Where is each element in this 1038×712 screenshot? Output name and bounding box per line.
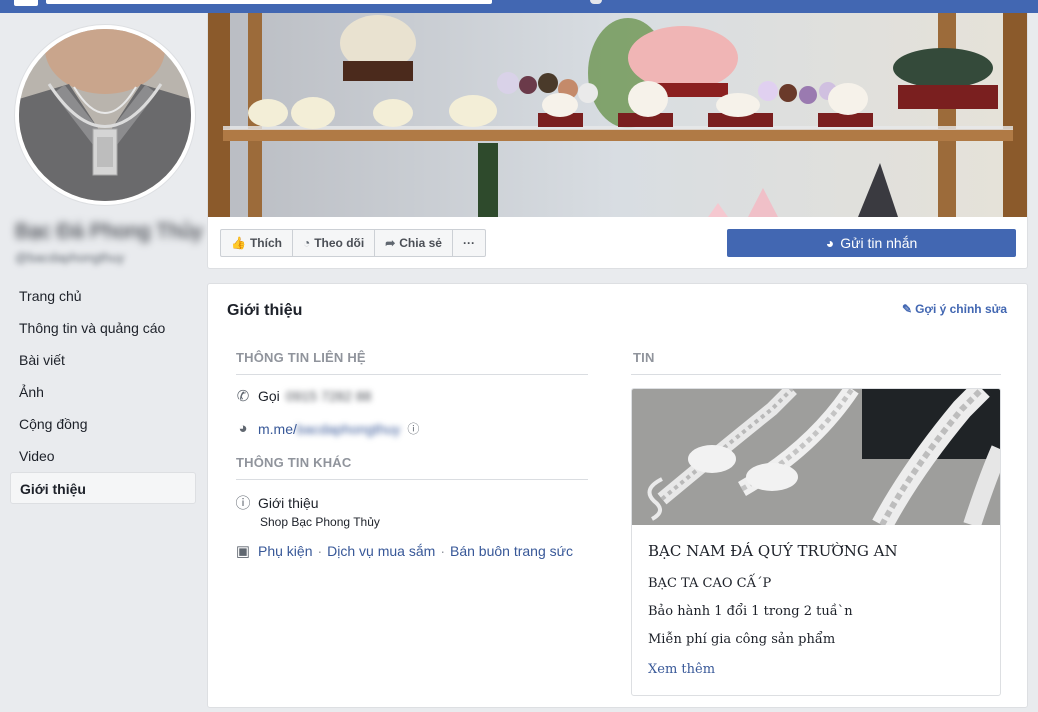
- divider: [631, 374, 1001, 375]
- nav-item-posts[interactable]: Bài viết: [10, 344, 196, 376]
- like-label: Thích: [249, 236, 282, 250]
- follow-label: Theo dõi: [314, 236, 365, 250]
- messenger-icon: ◕: [825, 235, 835, 251]
- cover-photo[interactable]: [208, 13, 1027, 217]
- more-options-button[interactable]: ···: [453, 230, 485, 256]
- info-circle-icon: ⓘ: [235, 495, 251, 512]
- nav-item-info-ads[interactable]: Thông tin và quảng cáo: [10, 312, 196, 344]
- suggest-edit-link[interactable]: ✎ Gợi ý chỉnh sửa: [902, 302, 1007, 316]
- categories-row: ▣ Phụ kiện · Dịch vụ mua sắm · Bán buôn …: [234, 542, 573, 560]
- messenger-icon: ◕: [238, 420, 248, 437]
- top-navigation-bar: [0, 0, 1038, 13]
- messenger-prefix[interactable]: m.me/: [258, 421, 297, 437]
- left-navigation: Trang chủ Thông tin và quảng cáo Bài viế…: [10, 280, 196, 504]
- like-button[interactable]: 👍 Thích: [221, 230, 293, 256]
- intro-text: Shop Bạc Phong Thủy: [260, 515, 380, 529]
- share-arrow-icon: ➦: [385, 236, 396, 250]
- see-more-link[interactable]: Xem thêm: [648, 662, 715, 677]
- news-header: TIN: [633, 350, 655, 365]
- divider: [236, 374, 588, 375]
- follow-button[interactable]: ◔ Theo dõi: [293, 230, 376, 256]
- page-username[interactable]: @bacdaphongthuy: [15, 250, 124, 265]
- call-label: Gọi: [258, 388, 280, 404]
- contact-info-header: THÔNG TIN LIÊN HỆ: [236, 350, 366, 365]
- nav-item-community[interactable]: Cộng đồng: [10, 408, 196, 440]
- category-link[interactable]: Dịch vụ mua sắm: [327, 543, 435, 559]
- news-line: BẠC TA CAO CẤ´P: [648, 576, 772, 591]
- send-message-button[interactable]: ◕ Gửi tin nhắn: [727, 229, 1016, 257]
- messenger-handle[interactable]: bacdaphongthuy: [297, 421, 401, 437]
- about-title: Giới thiệu: [227, 302, 303, 319]
- more-options-icon: ···: [462, 236, 475, 250]
- separator-dot: ·: [440, 543, 445, 559]
- news-photo[interactable]: [632, 389, 1000, 525]
- thumbs-up-icon: 👍: [231, 236, 246, 250]
- cover-card: 👍 Thích ◔ Theo dõi ➦ Chia sẻ ··· ◕ Gửi t…: [207, 13, 1028, 269]
- news-headline[interactable]: BẠC NAM ĐÁ QUÝ TRƯỜNG AN: [648, 542, 898, 560]
- pencil-icon: ✎: [902, 302, 913, 316]
- send-message-label: Gửi tin nhắn: [840, 235, 918, 251]
- phone-number[interactable]: 0915 7282 88: [286, 388, 372, 404]
- share-button[interactable]: ➦ Chia sẻ: [375, 230, 453, 256]
- user-avatar-mini[interactable]: [590, 0, 602, 4]
- share-label: Chia sẻ: [399, 236, 442, 250]
- category-tag-icon: ▣: [235, 543, 251, 560]
- page-profile-picture[interactable]: [15, 25, 195, 205]
- nav-item-home[interactable]: Trang chủ: [10, 280, 196, 312]
- facebook-logo-icon[interactable]: [14, 0, 38, 6]
- news-line: Bảo hành 1 đổi 1 trong 2 tuầ`n: [648, 604, 853, 619]
- suggest-edit-label: Gợi ý chỉnh sửa: [915, 302, 1007, 316]
- page-name[interactable]: Bạc Đá Phong Thủy: [15, 220, 203, 244]
- search-input[interactable]: [46, 0, 492, 4]
- other-info-header: THÔNG TIN KHÁC: [236, 455, 352, 470]
- messenger-row[interactable]: ◕ m.me/ bacdaphongthuy ⓘ: [234, 420, 428, 437]
- call-row[interactable]: ✆ Gọi 0915 7282 88: [234, 387, 372, 405]
- nav-item-about[interactable]: Giới thiệu: [10, 472, 196, 504]
- page-action-bar: 👍 Thích ◔ Theo dõi ➦ Chia sẻ ···: [220, 229, 486, 257]
- category-link[interactable]: Phụ kiện: [258, 543, 312, 559]
- about-card: Giới thiệu ✎ Gợi ý chỉnh sửa THÔNG TIN LI…: [207, 283, 1028, 708]
- rss-icon: ◔: [302, 236, 311, 250]
- news-card[interactable]: BẠC NAM ĐÁ QUÝ TRƯỜNG AN BẠC TA CAO CẤ´P…: [631, 388, 1001, 696]
- nav-item-videos[interactable]: Video: [10, 440, 196, 472]
- info-icon[interactable]: ⓘ: [404, 420, 422, 437]
- news-line: Miễn phí gia công sản phẩm: [648, 632, 836, 647]
- phone-icon: ✆: [236, 388, 250, 405]
- intro-row: ⓘ Giới thiệu: [234, 492, 319, 513]
- divider: [236, 479, 588, 480]
- intro-label: Giới thiệu: [258, 494, 319, 511]
- category-link[interactable]: Bán buôn trang sức: [450, 543, 573, 559]
- nav-item-photos[interactable]: Ảnh: [10, 376, 196, 408]
- separator-dot: ·: [317, 543, 323, 559]
